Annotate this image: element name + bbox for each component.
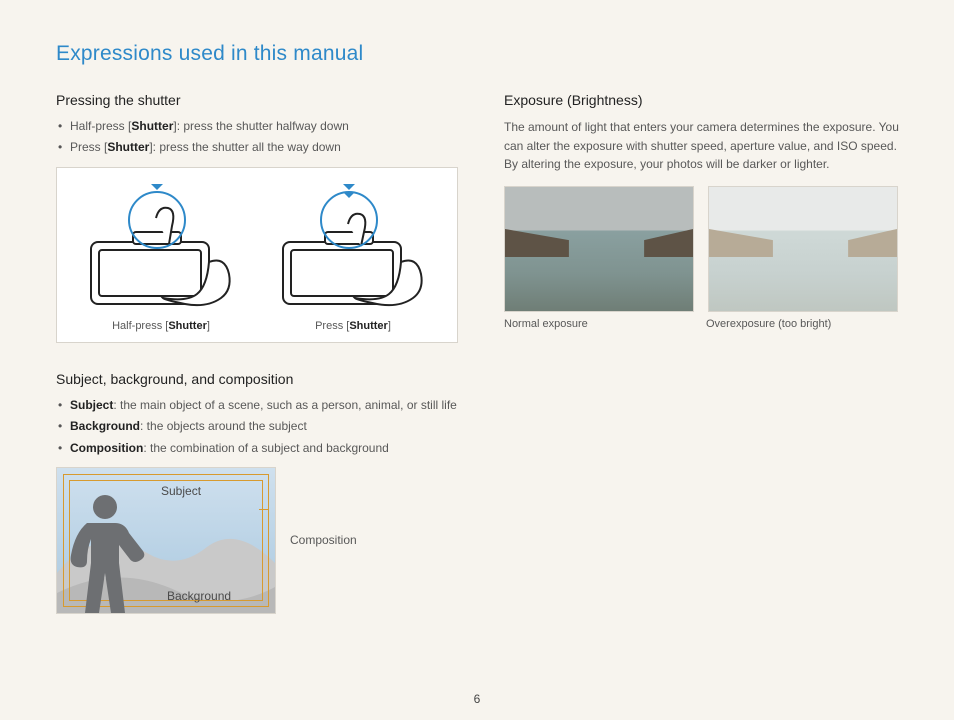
composition-heading: Subject, background, and composition: [56, 371, 458, 387]
right-column: Exposure (Brightness) The amount of ligh…: [504, 92, 906, 614]
photo-shore-right: [644, 229, 693, 257]
photo-shore-left: [505, 229, 569, 257]
photo-overexposure: [708, 186, 898, 312]
photo-shore-left: [709, 229, 773, 257]
shutter-bullet-half: Half-press [Shutter]: press the shutter …: [70, 118, 458, 135]
caption-overexposure: Overexposure (too bright): [706, 318, 894, 330]
bullet-background: Background: the objects around the subje…: [70, 418, 458, 435]
shutter-illustration-panel: Half-press [Shutter]: [56, 167, 458, 343]
shutter-bullets: Half-press [Shutter]: press the shutter …: [56, 118, 458, 157]
composition-diagram-row: Subject Background Composition: [56, 467, 458, 614]
page-number: 6: [0, 692, 954, 706]
diagram-label-background: Background: [167, 589, 231, 603]
two-column-layout: Pressing the shutter Half-press [Shutter…: [56, 92, 906, 614]
full-press-caption: Press [Shutter]: [315, 320, 391, 332]
exposure-heading: Exposure (Brightness): [504, 92, 906, 108]
half-press-cell: Half-press [Shutter]: [73, 184, 249, 332]
diagram-label-composition: Composition: [290, 533, 357, 547]
photo-shore-right: [848, 229, 897, 257]
camera-full-press-icon: [273, 184, 433, 314]
exposure-photo-row: [504, 186, 906, 312]
bullet-composition: Composition: the combination of a subjec…: [70, 440, 458, 457]
full-press-cell: Press [Shutter]: [265, 184, 441, 332]
page-title: Expressions used in this manual: [56, 42, 906, 66]
bullet-subject: Subject: the main object of a scene, suc…: [70, 397, 458, 414]
half-press-caption: Half-press [Shutter]: [112, 320, 210, 332]
composition-bullets: Subject: the main object of a scene, suc…: [56, 397, 458, 457]
photo-normal-exposure: [504, 186, 694, 312]
camera-half-press-icon: [81, 184, 241, 314]
person-silhouette-icon: [65, 493, 155, 613]
shutter-bullet-full: Press [Shutter]: press the shutter all t…: [70, 139, 458, 156]
caption-normal-exposure: Normal exposure: [504, 318, 692, 330]
composition-diagram: Subject Background: [56, 467, 276, 614]
diagram-label-subject: Subject: [161, 484, 201, 498]
exposure-captions: Normal exposure Overexposure (too bright…: [504, 318, 906, 330]
manual-page: Expressions used in this manual Pressing…: [0, 0, 954, 720]
left-column: Pressing the shutter Half-press [Shutter…: [56, 92, 458, 614]
exposure-paragraph: The amount of light that enters your cam…: [504, 118, 906, 174]
shutter-heading: Pressing the shutter: [56, 92, 458, 108]
